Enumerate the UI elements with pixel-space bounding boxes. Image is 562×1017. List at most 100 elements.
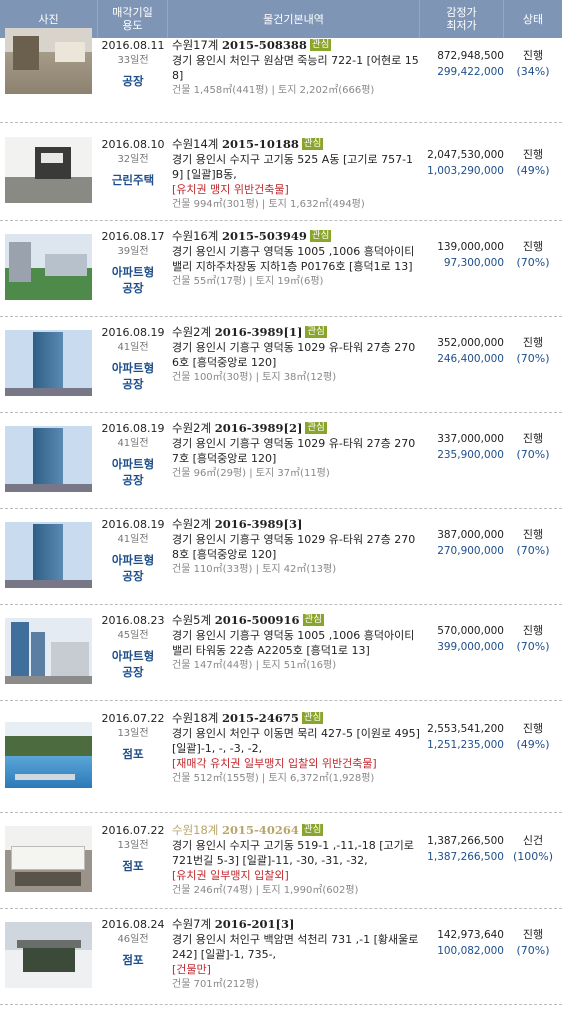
table-row[interactable]: 2016.07.22 13일전 점포 수원18계 2015-40264 관심 경기…: [0, 813, 562, 909]
status-cell: 진행 (49%): [504, 701, 562, 812]
days-left: 46일전: [117, 934, 149, 945]
case-number[interactable]: 2016-3989[1]: [215, 325, 303, 339]
table-row[interactable]: 2016.08.11 33일전 공장 수원17계 2015-508388 관심 경…: [0, 28, 562, 123]
auction-date: 2016.07.22: [101, 824, 165, 837]
interest-badge[interactable]: 관심: [301, 824, 324, 836]
case-title[interactable]: 수원18계 2015-24675 관심: [172, 711, 420, 726]
property-photo[interactable]: [5, 234, 92, 300]
property-address: 경기 용인시 기흥구 영덕동 1005 ,1006 흥덕아이티밸리 지하주차장동…: [172, 245, 415, 273]
photo-cell: [0, 28, 98, 122]
info-cell: 수원2계 2016-3989[3] 경기 용인시 기흥구 영덕동 1029 유-…: [168, 509, 420, 604]
status-label: 진행: [522, 722, 544, 735]
interest-badge[interactable]: 관심: [309, 39, 332, 51]
price-cell: 2,553,541,200 1,251,235,000: [420, 701, 504, 812]
minimum-price: 299,422,000: [437, 66, 504, 78]
photo-cell: [0, 123, 98, 220]
interest-badge[interactable]: 관심: [301, 138, 324, 150]
photo-cell: [0, 605, 98, 700]
property-photo[interactable]: [5, 826, 92, 892]
case-number[interactable]: 2016-500916: [215, 613, 300, 627]
status-cell: 진행 (70%): [504, 605, 562, 700]
case-number[interactable]: 2015-40264: [222, 823, 299, 837]
days-left: 33일전: [117, 55, 149, 66]
photo-cell: [0, 909, 98, 1004]
status-cell: 진행 (70%): [504, 509, 562, 604]
property-address: 경기 용인시 기흥구 영덕동 1029 유-타워 27층 2708호 [흥덕중앙…: [172, 533, 416, 561]
area-info: 건물 1,458㎡(441평) | 토지 2,202㎡(666평): [172, 85, 375, 96]
case-number[interactable]: 2015-24675: [222, 711, 299, 725]
table-row[interactable]: 2016.08.17 39일전 아파트형 공장 수원16계 2015-50394…: [0, 221, 562, 317]
appraise-price: 570,000,000: [437, 625, 504, 637]
case-title[interactable]: 수원14계 2015-10188 관심: [172, 137, 420, 152]
court-name: 수원2계: [172, 517, 212, 531]
property-address: 경기 용인시 기흥구 영덕동 1029 유-타워 27층 2706호 [흥덕중앙…: [172, 341, 416, 369]
table-row[interactable]: 2016.08.19 41일전 아파트형 공장 수원2계 2016-3989[2…: [0, 413, 562, 509]
table-row[interactable]: 2016.08.24 46일전 점포 수원7계 2016-201[3] 경기 용…: [0, 909, 562, 1005]
status-cell: 진행 (49%): [504, 123, 562, 220]
property-photo[interactable]: [5, 922, 92, 988]
table-row[interactable]: 2016.08.19 41일전 아파트형 공장 수원2계 2016-3989[1…: [0, 317, 562, 413]
interest-badge[interactable]: 관심: [301, 712, 324, 724]
auction-date: 2016.08.19: [101, 326, 165, 339]
status-label: 진행: [522, 336, 544, 349]
usage-label: 근린주택: [111, 173, 155, 187]
court-name: 수원18계: [172, 823, 219, 837]
table-row[interactable]: 2016.08.23 45일전 아파트형 공장 수원5계 2016-500916…: [0, 605, 562, 701]
table-row[interactable]: 2016.07.22 13일전 점포 수원18계 2015-24675 관심 경기…: [0, 701, 562, 813]
area-info: 건물 147㎡(44평) | 토지 51㎡(16평): [172, 660, 337, 671]
header-price: 감정가 최저가: [420, 0, 504, 38]
case-number[interactable]: 2016-3989[3]: [215, 517, 303, 531]
case-title[interactable]: 수원16계 2015-503949 관심: [172, 229, 420, 244]
interest-badge[interactable]: 관심: [305, 326, 327, 338]
interest-badge[interactable]: 관심: [305, 422, 327, 434]
interest-badge[interactable]: 관심: [309, 230, 332, 242]
area-info: 건물 994㎡(301평) | 토지 1,632㎡(494평): [172, 199, 365, 210]
property-address: 경기 용인시 기흥구 영덕동 1005 ,1006 흥덕아이티밸리 타워동 22…: [172, 629, 415, 657]
header-date-usage: 매각기일 용도: [98, 0, 168, 38]
case-title[interactable]: 수원7계 2016-201[3]: [172, 917, 420, 932]
case-title[interactable]: 수원17계 2015-508388 관심: [172, 38, 420, 53]
appraise-price: 872,948,500: [437, 50, 504, 62]
case-number[interactable]: 2016-201[3]: [215, 917, 295, 931]
case-title[interactable]: 수원2계 2016-3989[2] 관심: [172, 421, 420, 436]
case-number[interactable]: 2015-10188: [222, 137, 299, 151]
status-label: 진행: [522, 432, 544, 445]
days-left: 41일전: [117, 438, 149, 449]
property-photo[interactable]: [5, 137, 92, 203]
property-photo[interactable]: [5, 28, 92, 94]
case-title[interactable]: 수원2계 2016-3989[1] 관심: [172, 325, 420, 340]
table-row[interactable]: 2016.08.10 32일전 근린주택 수원14계 2015-10188 관심 …: [0, 123, 562, 221]
header-date[interactable]: 매각기일: [112, 6, 152, 19]
case-title[interactable]: 수원5계 2016-500916 관심: [172, 613, 420, 628]
case-number[interactable]: 2015-508388: [222, 38, 307, 52]
min-percent: (70%): [516, 448, 550, 461]
minimum-price: 270,900,000: [437, 545, 504, 557]
case-title[interactable]: 수원18계 2015-40264 관심: [172, 823, 420, 838]
table-row[interactable]: 2016.08.19 41일전 아파트형 공장 수원2계 2016-3989[3…: [0, 509, 562, 605]
property-photo[interactable]: [5, 522, 92, 588]
court-name: 수원16계: [172, 229, 219, 243]
info-cell: 수원17계 2015-508388 관심 경기 용인시 처인구 원삼면 죽능리 7…: [168, 38, 420, 122]
header-minimum[interactable]: 최저가: [446, 19, 476, 32]
days-left: 32일전: [117, 154, 149, 165]
property-photo[interactable]: [5, 426, 92, 492]
case-number[interactable]: 2015-503949: [222, 229, 307, 243]
photo-cell: [0, 509, 98, 604]
date-cell: 2016.08.11 33일전 공장: [98, 38, 168, 122]
price-cell: 387,000,000 270,900,000: [420, 509, 504, 604]
property-address: 경기 용인시 수지구 고기동 519-1 ,-11,-18 [고기로721번길 …: [172, 839, 414, 867]
auction-date: 2016.07.22: [101, 712, 165, 725]
header-appraise[interactable]: 감정가: [446, 6, 476, 19]
case-number[interactable]: 2016-3989[2]: [215, 421, 303, 435]
info-cell: 수원2계 2016-3989[1] 관심 경기 용인시 기흥구 영덕동 1029 …: [168, 317, 420, 412]
interest-badge[interactable]: 관심: [302, 614, 324, 626]
minimum-price: 246,400,000: [437, 353, 504, 365]
case-title[interactable]: 수원2계 2016-3989[3]: [172, 517, 420, 532]
usage-label: 공장: [122, 74, 144, 88]
usage-label: 아파트형: [111, 457, 155, 471]
status-label: 신건: [522, 834, 544, 847]
property-photo[interactable]: [5, 722, 92, 788]
property-photo[interactable]: [5, 618, 92, 684]
property-photo[interactable]: [5, 330, 92, 396]
auction-date: 2016.08.23: [101, 614, 165, 627]
